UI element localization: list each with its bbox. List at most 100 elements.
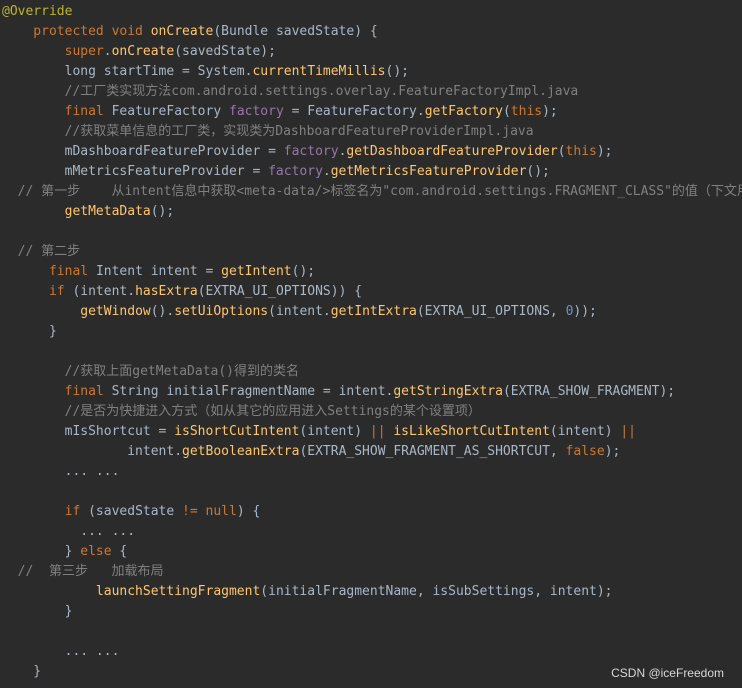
code-token: (intent. — [268, 304, 331, 319]
code-line: super.onCreate(savedState); — [2, 42, 276, 62]
code-token: = FeatureFactory. — [283, 104, 425, 119]
code-token: getDashboardFeatureProvider — [346, 144, 558, 159]
code-line: } else { — [2, 542, 128, 562]
code-token: . — [322, 164, 331, 179]
code-line: } — [2, 602, 73, 622]
code-line: final FeatureFactory factory = FeatureFa… — [2, 102, 558, 122]
code-token: // 第一步 从intent信息中获取<meta-data/>标签名为"com.… — [2, 184, 742, 199]
code-token: isShortCutIntent — [174, 424, 300, 439]
code-token: (EXTRA_UI_OPTIONS, — [416, 304, 566, 319]
code-line: } — [2, 662, 41, 682]
code-token: super — [64, 44, 104, 59]
code-token: )); — [573, 304, 597, 319]
code-token: @Override — [2, 4, 73, 19]
code-token: (EXTRA_SHOW_FRAGMENT); — [502, 384, 676, 399]
code-line: //获取菜单信息的工厂类，实现类为DashboardFeatureProvide… — [2, 122, 534, 142]
code-token: factory — [229, 104, 284, 119]
code-line: ... ... — [2, 522, 135, 542]
code-line: intent.getBooleanExtra(EXTRA_SHOW_FRAGME… — [2, 442, 620, 462]
code-token: long startTime = System. — [2, 64, 253, 79]
code-token: } — [2, 324, 57, 339]
code-token: != — [182, 504, 206, 519]
code-line: //是否为快捷进入方式（如从其它的应用进入Settings的某个设置项） — [2, 402, 481, 422]
code-token: (intent) — [549, 424, 621, 439]
code-token: ); — [604, 444, 621, 459]
code-token: getMetricsFeatureProvider — [330, 164, 527, 179]
code-line: // 第三步 加载布局 — [2, 562, 164, 582]
code-token: onCreate — [111, 44, 175, 59]
code-line: // 第一步 从intent信息中获取<meta-data/>标签名为"com.… — [2, 182, 742, 202]
code-token: getBooleanExtra — [182, 444, 300, 459]
code-token: if — [48, 284, 73, 299]
code-line: mIsShortcut = isShortCutIntent(intent) |… — [2, 422, 636, 442]
code-line: final Intent intent = getIntent(); — [2, 262, 315, 282]
code-token: getMetaData — [64, 204, 151, 219]
code-token: (intent) — [299, 424, 370, 439]
code-line: long startTime = System.currentTimeMilli… — [2, 62, 409, 82]
code-token: (); — [150, 204, 175, 219]
code-token: (EXTRA_SHOW_FRAGMENT_AS_SHORTCUT, — [299, 444, 566, 459]
code-line: final String initialFragmentName = inten… — [2, 382, 676, 402]
code-token: (); — [526, 164, 550, 179]
code-token: FeatureFactory — [111, 104, 229, 119]
code-token: (EXTRA_UI_OPTIONS)) { — [197, 284, 363, 299]
code-token: } — [2, 544, 81, 559]
code-token: ); — [542, 104, 558, 119]
code-token: if — [64, 504, 89, 519]
code-line: launchSettingFragment(initialFragmentNam… — [2, 582, 613, 602]
code-line: } — [2, 322, 57, 342]
code-token: getFactory — [424, 104, 503, 119]
code-token: // 第二步 — [2, 244, 81, 259]
code-token: null — [205, 504, 237, 519]
code-token: mDashboardFeatureProvider = — [2, 144, 284, 159]
code-line: mMetricsFeatureProvider = factory.getMet… — [2, 162, 550, 182]
code-token: } — [2, 604, 73, 619]
code-token: hasExtra — [135, 284, 198, 299]
code-token: false — [565, 444, 605, 459]
code-token: this — [565, 144, 597, 159]
code-line: @Override — [2, 2, 72, 22]
code-token: || — [620, 424, 637, 439]
code-token: getWindow — [80, 304, 151, 319]
code-token: . — [103, 44, 112, 59]
code-token: final — [64, 104, 112, 119]
code-token: void — [111, 24, 151, 39]
code-line: getMetaData(); — [2, 202, 175, 222]
code-token: ... ... — [2, 644, 120, 659]
code-token: ( — [557, 144, 566, 159]
code-line: //获取上面getMetaData()得到的类名 — [2, 362, 299, 382]
code-token: onCreate — [150, 24, 214, 39]
code-token: (Bundle savedState) { — [213, 24, 378, 39]
code-line: if (savedState != null) { — [2, 502, 261, 522]
code-token: final — [64, 384, 112, 399]
code-token: getIntent — [221, 264, 292, 279]
code-token: ); — [596, 144, 613, 159]
code-token: { — [119, 544, 128, 559]
code-token: String initialFragmentName = intent. — [111, 384, 394, 399]
code-token: (savedState — [88, 504, 183, 519]
code-token: isLikeShortCutIntent — [393, 424, 550, 439]
code-token: factory — [268, 164, 323, 179]
code-line: ... ... — [2, 462, 120, 482]
code-token: ... ... — [2, 464, 120, 479]
code-token: //工厂类实现方法com.android.settings.overlay.Fe… — [2, 84, 579, 99]
code-token: launchSettingFragment — [95, 584, 261, 599]
code-token: (). — [150, 304, 175, 319]
code-token: final — [48, 264, 96, 279]
code-token: (intent. — [72, 284, 136, 299]
code-line: protected void onCreate(Bundle savedStat… — [2, 22, 378, 42]
code-token: (initialFragmentName, isSubSettings, int… — [260, 584, 613, 599]
code-token: getIntExtra — [330, 304, 417, 319]
code-token: //获取上面getMetaData()得到的类名 — [2, 364, 300, 379]
code-line: mDashboardFeatureProvider = factory.getD… — [2, 142, 613, 162]
code-token: setUiOptions — [174, 304, 269, 319]
code-token: (); — [291, 264, 316, 279]
code-line: // 第二步 — [2, 242, 81, 262]
